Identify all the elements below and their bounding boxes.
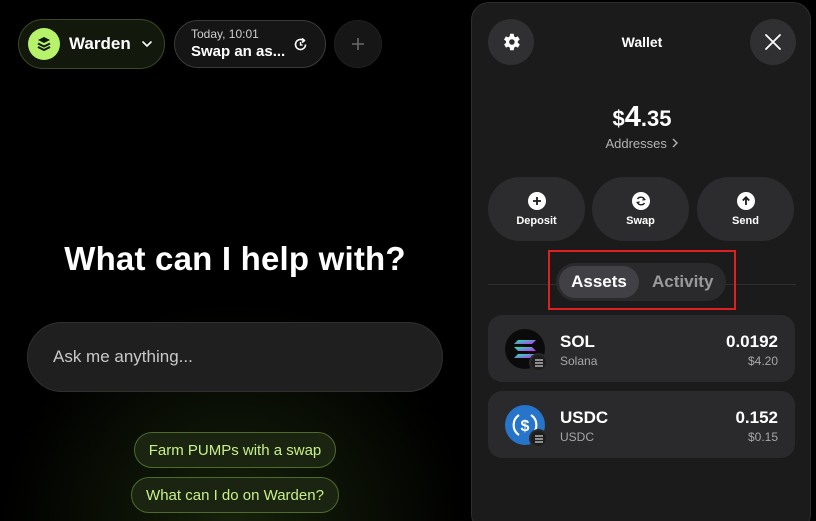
deposit-button[interactable]: Deposit <box>488 177 585 241</box>
close-button[interactable] <box>750 19 796 65</box>
asset-symbol: SOL <box>560 332 595 351</box>
wallet-tabs: Assets Activity <box>556 263 726 301</box>
addresses-label: Addresses <box>605 136 667 151</box>
asset-amount: 0.0192 <box>726 332 778 351</box>
wallet-panel: Wallet $4.35 Addresses Deposit Swap Send… <box>471 2 811 521</box>
wallet-balance: $4.35 <box>472 101 812 134</box>
solana-chain-icon <box>529 353 548 372</box>
asset-name: Solana <box>560 354 598 368</box>
send-button[interactable]: Send <box>697 177 794 241</box>
chevron-down-icon <box>141 41 152 48</box>
plus-icon <box>527 191 546 210</box>
warden-logo-icon <box>28 28 60 60</box>
asset-symbol: USDC <box>560 408 609 427</box>
suggestion-button[interactable]: What can I do on Warden? <box>131 477 339 513</box>
balance-decimal: .35 <box>640 106 672 131</box>
solana-chain-icon <box>529 429 548 448</box>
swap-icon <box>631 191 650 210</box>
workspace-switcher-button[interactable]: Warden <box>18 19 165 69</box>
workspace-name: Warden <box>69 34 131 53</box>
close-icon <box>765 34 781 50</box>
addresses-link[interactable]: Addresses <box>472 136 812 151</box>
new-chat-button[interactable] <box>334 20 382 68</box>
refresh-icon <box>294 37 307 51</box>
page-title: What can I help with? <box>64 240 406 277</box>
asset-amount: 0.152 <box>735 408 778 427</box>
arrow-up-icon <box>736 191 755 210</box>
send-label: Send <box>732 214 759 227</box>
swap-button[interactable]: Swap <box>592 177 689 241</box>
asset-value: $0.15 <box>747 430 778 444</box>
asset-row-usdc[interactable]: $ USDC USDC 0.152 $0.15 <box>488 391 795 458</box>
chevron-right-icon <box>672 138 678 148</box>
asset-row-sol[interactable]: SOL Solana 0.0192 $4.20 <box>488 315 795 382</box>
current-chat-button[interactable]: Today, 10:01 Swap an as... <box>174 20 326 68</box>
tab-activity[interactable]: Activity <box>652 272 713 292</box>
deposit-label: Deposit <box>516 214 557 227</box>
plus-icon <box>352 38 364 50</box>
asset-value: $4.20 <box>747 354 778 368</box>
svg-text:$: $ <box>521 418 530 435</box>
suggestion-button[interactable]: Farm PUMPs with a swap <box>134 432 336 468</box>
chat-input[interactable] <box>27 322 443 392</box>
balance-currency: $ <box>612 106 625 131</box>
balance-integer: 4 <box>624 101 641 133</box>
asset-name: USDC <box>560 430 595 444</box>
swap-label: Swap <box>626 214 655 227</box>
tab-assets[interactable]: Assets <box>559 266 639 298</box>
